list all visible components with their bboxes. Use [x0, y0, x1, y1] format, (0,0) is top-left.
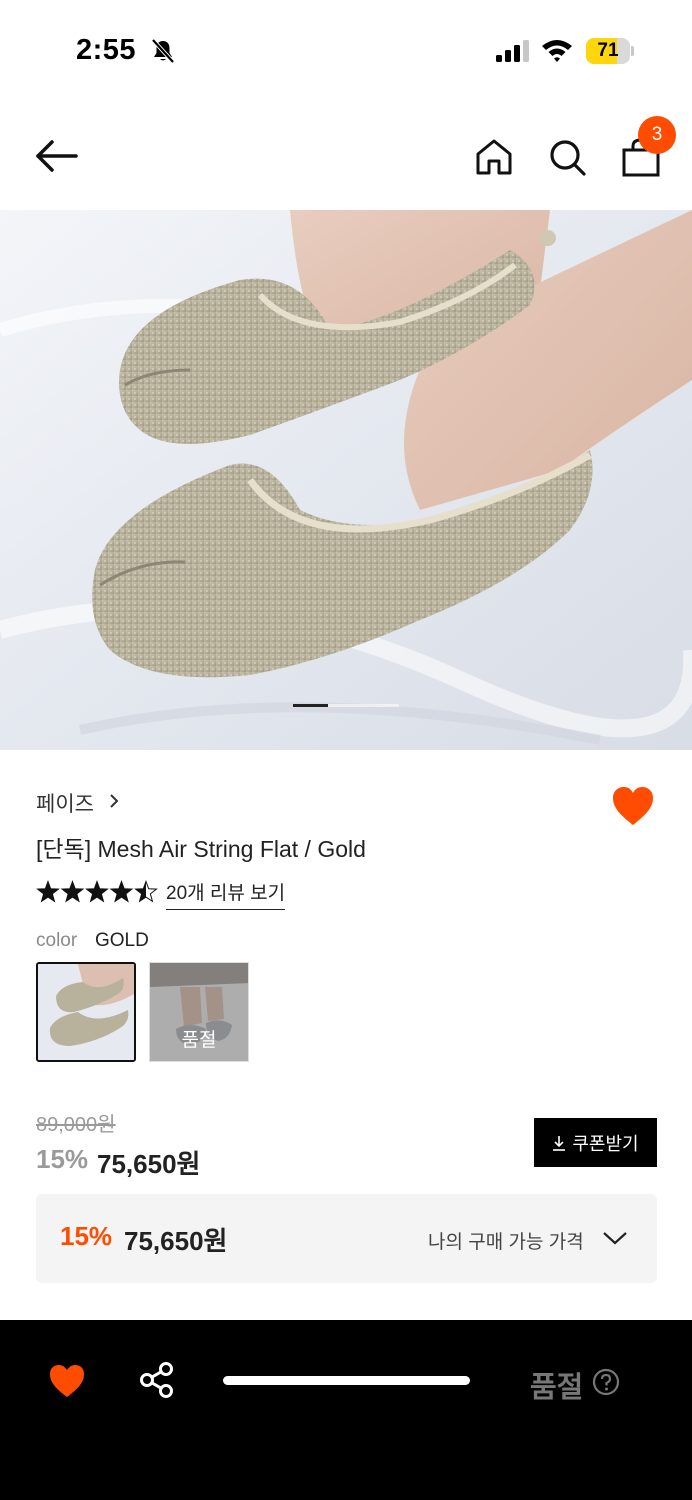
help-question-icon[interactable] — [592, 1368, 620, 1396]
my-price-value: 75,650원 — [124, 1226, 228, 1256]
cart-count-badge: 3 — [638, 116, 676, 154]
chevron-right-icon — [110, 794, 119, 808]
rating-star — [85, 880, 109, 903]
coupon-button-label: 쿠폰받기 — [572, 1133, 639, 1154]
search-icon[interactable] — [546, 136, 588, 178]
cell-signal-icon — [496, 40, 529, 62]
carousel-active-segment — [293, 704, 329, 707]
battery-indicator: 71 — [586, 38, 634, 64]
bottom-action-bar: 품절 — [0, 1320, 692, 1500]
my-price-dropdown[interactable]: 15% 75,650원 나의 구매 가능 가격 — [36, 1194, 657, 1283]
product-image[interactable] — [0, 210, 692, 750]
home-indicator — [223, 1376, 470, 1385]
brand-link[interactable]: 페이즈 — [36, 788, 94, 818]
color-label: color — [36, 930, 78, 951]
share-icon[interactable] — [139, 1361, 175, 1399]
heart-filled-icon[interactable] — [48, 1363, 86, 1399]
rating-star — [60, 880, 85, 903]
download-icon — [553, 1135, 566, 1151]
rating-star — [109, 880, 134, 903]
wifi-icon — [542, 40, 572, 62]
rating-star — [36, 880, 60, 903]
battery-percent: 71 — [597, 40, 619, 61]
my-price-rate: 15% — [60, 1221, 113, 1251]
swatch-soldout-label: 품절 — [181, 1030, 217, 1051]
product-title: [단독] Mesh Air String Flat / Gold — [36, 836, 366, 862]
nav-bar: 3 — [0, 100, 692, 210]
chevron-down-icon — [603, 1232, 627, 1245]
swatch-grey-soldout[interactable]: 품절 — [149, 962, 249, 1062]
rating-stars — [36, 880, 158, 903]
my-price-label: 나의 구매 가능 가격 — [428, 1232, 584, 1253]
bell-muted-icon — [151, 38, 175, 64]
status-bar: 2:55 71 — [0, 0, 692, 100]
heart-filled-icon[interactable] — [611, 785, 655, 827]
discount-rate: 15% — [36, 1144, 89, 1174]
product-photo-illustration — [0, 210, 692, 750]
original-price: 89,000원 — [36, 1114, 116, 1136]
swatch-gold[interactable] — [36, 962, 136, 1062]
rating-star — [134, 880, 158, 903]
swatch-gold-thumbnail — [38, 964, 134, 1060]
status-time: 2:55 — [76, 34, 137, 66]
coupon-download-button[interactable]: 쿠폰받기 — [534, 1118, 657, 1167]
review-link[interactable]: 20개 리뷰 보기 — [166, 878, 286, 910]
soldout-label: 품절 — [530, 1372, 584, 1404]
sale-price: 75,650원 — [97, 1149, 201, 1179]
carousel-indicator — [293, 704, 399, 707]
home-icon[interactable] — [473, 136, 515, 178]
color-value: GOLD — [95, 930, 149, 951]
back-arrow-icon[interactable] — [34, 136, 80, 176]
